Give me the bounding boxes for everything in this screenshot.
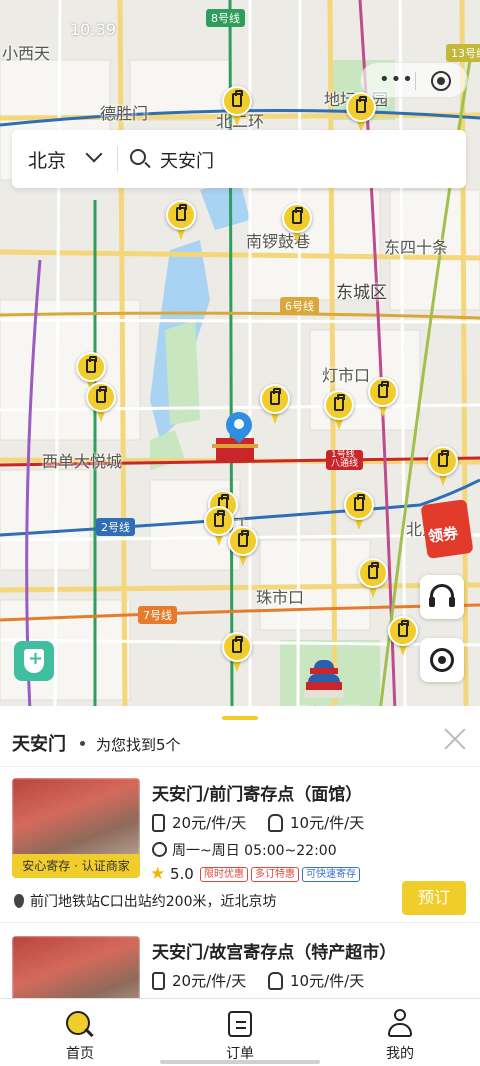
storage-pin[interactable]	[222, 86, 252, 128]
separator-dot	[80, 741, 85, 746]
subway-tag-line2: 2号线	[96, 518, 135, 536]
opening-hours: 周一~周日 05:00~22:00	[172, 843, 337, 859]
tab-home-label: 首页	[66, 1046, 94, 1062]
divider	[0, 922, 480, 923]
location-pin-icon	[14, 894, 24, 908]
subway-tag-line7: 7号线	[138, 606, 177, 624]
storage-pin[interactable]	[86, 382, 116, 424]
locate-icon	[430, 648, 454, 672]
storage-pin[interactable]	[282, 203, 312, 245]
close-icon[interactable]	[443, 727, 467, 751]
storage-pin[interactable]	[344, 490, 374, 532]
storage-pin[interactable]	[222, 632, 252, 674]
shield-icon	[24, 648, 44, 673]
coupon-button[interactable]: 领券	[420, 498, 478, 560]
store-photo	[12, 936, 140, 1006]
app-root: 小西天 德胜门 北二环 地坛公园 南锣鼓巷 东四十条 东城区 灯市口 西单大悦城…	[0, 0, 480, 1066]
tab-bar: 首页 订单 我的	[0, 998, 480, 1066]
city-selector[interactable]: 北京	[28, 146, 66, 173]
storage-pin[interactable]	[166, 200, 196, 242]
fast-storage-tag: 可快速寄存	[302, 867, 360, 882]
result-count: 为您找到5个	[96, 736, 181, 754]
results-sheet: 天安门 为您找到5个 安心寄存 · 认证商家 天安门/前门寄存点（面馆） 20元…	[0, 706, 480, 1006]
divider	[0, 766, 480, 767]
temple-of-heaven-icon	[304, 652, 344, 702]
storage-card[interactable]: 安心寄存 · 认证商家 天安门/前门寄存点（面馆） 20元/件/天 10元/件/…	[0, 778, 480, 938]
locate-button[interactable]	[420, 638, 464, 682]
storage-pin[interactable]	[428, 446, 458, 488]
coupon-label: 领券	[426, 523, 460, 546]
storage-pin[interactable]	[388, 616, 418, 658]
storage-pin[interactable]	[358, 558, 388, 600]
luggage-icon	[152, 814, 165, 832]
search-icon	[130, 149, 146, 165]
order-icon	[228, 1011, 252, 1037]
bag-icon	[268, 814, 283, 832]
map-label-dongsishitiao: 东四十条	[384, 238, 449, 257]
certified-ribbon: 安心寄存 · 认证商家	[12, 854, 140, 878]
price-large: 20元/件/天	[172, 972, 247, 990]
map-label-dongcheng: 东城区	[336, 283, 387, 303]
customer-service-button[interactable]	[420, 575, 464, 619]
sheet-handle[interactable]	[222, 716, 258, 720]
search-divider	[117, 146, 118, 172]
store-photo: 安心寄存 · 认证商家	[12, 778, 140, 878]
search-icon	[66, 1011, 94, 1039]
store-title: 天安门/故宫寄存点（特产超市）	[152, 943, 397, 963]
miniprogram-capsule[interactable]: •••	[360, 62, 468, 98]
storage-pin[interactable]	[260, 384, 290, 426]
price-small: 10元/件/天	[290, 814, 365, 832]
chevron-down-icon[interactable]	[85, 145, 103, 163]
headset-icon	[429, 584, 455, 607]
store-address: 前门地铁站C口出站约200米，近北京坊	[30, 894, 277, 910]
storage-pin[interactable]	[324, 390, 354, 432]
user-icon	[388, 1009, 412, 1037]
search-bar: 北京 天安门	[12, 130, 466, 188]
storage-pin[interactable]	[228, 526, 258, 568]
promo-tag: 限时优惠	[200, 867, 248, 882]
storage-card[interactable]: 天安门/故宫寄存点（特产超市） 20元/件/天 10元/件/天	[0, 936, 480, 1006]
sheet-title: 天安门	[12, 734, 66, 755]
star-icon: ★	[150, 864, 166, 884]
safety-button[interactable]	[14, 641, 54, 681]
clock-icon	[152, 842, 167, 857]
location-marker-icon	[220, 406, 258, 444]
map-label-zhushikou: 珠市口	[256, 588, 305, 607]
search-input[interactable]: 天安门	[160, 147, 214, 173]
storage-pin[interactable]	[346, 92, 376, 134]
price-large: 20元/件/天	[172, 814, 247, 832]
rating: 5.0	[170, 865, 194, 883]
more-icon[interactable]: •••	[379, 69, 414, 90]
price-small: 10元/件/天	[290, 972, 365, 990]
status-time: 10:39	[70, 20, 117, 39]
book-button[interactable]: 预订	[402, 881, 466, 915]
storage-pin[interactable]	[368, 377, 398, 419]
tab-me-label: 我的	[386, 1046, 414, 1062]
home-indicator	[160, 1060, 320, 1064]
map-view[interactable]: 小西天 德胜门 北二环 地坛公园 南锣鼓巷 东四十条 东城区 灯市口 西单大悦城…	[0, 0, 480, 712]
promo-tag: 多订特惠	[251, 867, 299, 882]
subway-tag-line1: 1号线 八通线	[326, 450, 364, 470]
map-label-dengshikou: 灯市口	[322, 366, 371, 385]
map-label-deshengmen: 德胜门	[100, 104, 149, 123]
subway-tag-line6: 6号线	[280, 297, 319, 315]
close-miniprogram-icon[interactable]	[431, 71, 451, 91]
bag-icon	[268, 972, 283, 990]
status-bar: 10:39	[0, 0, 480, 60]
map-label-xidan: 西单大悦城	[42, 452, 123, 471]
capsule-divider	[415, 72, 416, 90]
luggage-icon	[152, 972, 165, 990]
store-title: 天安门/前门寄存点（面馆）	[152, 785, 363, 805]
